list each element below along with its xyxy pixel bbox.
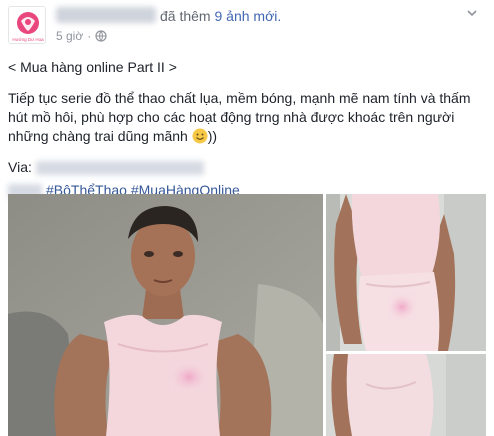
post-body: < Mua hàng online Part II > Tiếp tục ser… — [8, 58, 486, 200]
page-avatar[interactable]: Hướng Dư Hoa — [8, 6, 46, 44]
post-meta: 5 giờ · — [56, 29, 107, 43]
meta-separator: · — [87, 29, 92, 43]
poster-name-blurred[interactable] — [56, 7, 156, 23]
photo-main[interactable] — [8, 194, 323, 436]
description-line-2: hút mồ hôi, phù hợp cho các hoạt động tr… — [8, 109, 455, 125]
avatar-label: Hướng Dư Hoa — [12, 37, 44, 42]
action-text: đã thêm — [160, 8, 211, 24]
photo-count-link[interactable]: 9 ảnh mới. — [214, 8, 281, 24]
post-title-line: < Mua hàng online Part II > — [8, 59, 177, 75]
photo-side-top[interactable] — [326, 194, 486, 351]
page-logo: Hướng Dư Hoa — [9, 7, 45, 43]
description-line-3-text: những chàng trai dũng mãnh — [8, 128, 188, 144]
description-line-3-end: )) — [207, 128, 218, 144]
post-header: Hướng Dư Hoa đã thêm 9 ảnh mới. 5 giờ · — [0, 0, 494, 50]
photo-side-bottom[interactable] — [326, 354, 486, 436]
via-source-blurred[interactable] — [35, 161, 204, 176]
photo-grid — [8, 194, 486, 436]
post-description: Tiếp tục serie đồ thể thao chất lụa, mềm… — [8, 89, 486, 146]
timestamp[interactable]: 5 giờ — [56, 29, 83, 43]
via-label: Via: — [8, 159, 32, 175]
description-line-1: Tiếp tục serie đồ thể thao chất lụa, mềm… — [8, 90, 471, 106]
chevron-down-icon[interactable] — [464, 6, 480, 22]
globe-icon[interactable] — [95, 30, 107, 42]
post-action: đã thêm 9 ảnh mới. — [160, 8, 281, 24]
via-row: Via: — [8, 158, 486, 177]
smile-emoji-icon — [192, 128, 208, 144]
description-line-3: những chàng trai dũng mãnh )) — [8, 127, 486, 146]
